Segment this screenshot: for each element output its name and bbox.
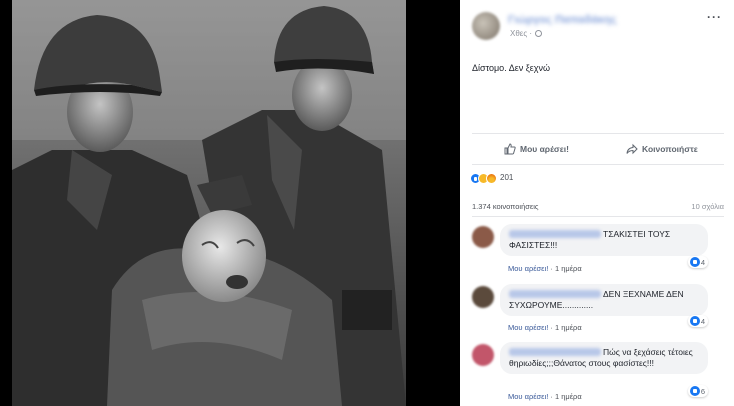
comment-bubble: ΔΕΝ ΞΕΧΝΑΜΕ ΔΕΝ ΣΥΧΩΡΟΥΜΕ............. (500, 284, 708, 316)
action-bar: Μου αρέσει! Κοινοποιήστε (472, 133, 724, 165)
comment-time[interactable]: · 1 ημέρα (550, 264, 581, 273)
comment-like-badge[interactable]: 4 (687, 256, 708, 268)
comment-like-count: 6 (700, 387, 705, 396)
photo-illustration (12, 0, 406, 406)
like-icon (689, 316, 700, 326)
angry-icon (486, 173, 497, 184)
share-icon (626, 143, 638, 155)
commenter-name[interactable] (509, 290, 601, 298)
post-timestamp[interactable]: Χθες · (510, 29, 543, 38)
comment-like-link[interactable]: Μου αρέσει! (508, 392, 548, 401)
comment-like-count: 4 (700, 317, 705, 326)
comment-bubble: ΤΣΑΚΙΣΤΕΙ ΤΟΥΣ ΦΑΣΙΣΤΕΣ!!! (500, 224, 708, 256)
divider (472, 216, 724, 217)
comment-meta: Μου αρέσει! · 1 ημέρα (508, 323, 582, 332)
comments-count[interactable]: 10 σχόλια (691, 202, 724, 211)
photo-pane (0, 0, 460, 406)
commenter-avatar[interactable] (472, 286, 494, 308)
share-label: Κοινοποιήστε (642, 144, 698, 154)
commenter-avatar[interactable] (472, 226, 494, 248)
comment-meta: Μου αρέσει! · 1 ημέρα (508, 264, 582, 273)
post-text: Δίστομο. Δεν ξεχνώ (472, 63, 551, 73)
comment-bubble: Πώς να ξεχάσεις τέτοιες θηριωδίες;;;Θάνα… (500, 342, 708, 374)
comment-like-link[interactable]: Μου αρέσει! (508, 264, 548, 273)
comment-like-badge[interactable]: 4 (687, 315, 708, 327)
like-button[interactable]: Μου αρέσει! (504, 143, 569, 155)
comment-like-badge[interactable]: 6 (687, 385, 708, 397)
share-button[interactable]: Κοινοποιήστε (626, 143, 698, 155)
post-photo[interactable] (12, 0, 406, 406)
comment-like-count: 4 (700, 258, 705, 267)
commenter-name[interactable] (509, 230, 601, 238)
comment-like-link[interactable]: Μου αρέσει! (508, 323, 548, 332)
author-avatar[interactable] (472, 12, 500, 40)
timestamp-text: Χθες · (510, 29, 533, 38)
commenter-name[interactable] (509, 348, 601, 356)
like-icon (689, 386, 700, 396)
commenter-avatar[interactable] (472, 344, 494, 366)
shares-count[interactable]: 1.374 κοινοποιήσεις (472, 202, 539, 211)
globe-icon (535, 30, 543, 37)
post-sidebar: Γιώργος Παπαδάκης Χθες · ··· Δίστομο. Δε… (460, 0, 734, 406)
comment-meta: Μου αρέσει! · 1 ημέρα (508, 392, 582, 401)
comment-time[interactable]: · 1 ημέρα (550, 392, 581, 401)
reaction-count: 201 (500, 173, 514, 182)
author-name[interactable]: Γιώργος Παπαδάκης (508, 14, 617, 26)
more-options-button[interactable]: ··· (707, 10, 722, 24)
comment-time[interactable]: · 1 ημέρα (550, 323, 581, 332)
photo-viewer: Γιώργος Παπαδάκης Χθες · ··· Δίστομο. Δε… (0, 0, 734, 406)
thumbs-up-icon (504, 143, 516, 155)
like-icon (689, 257, 700, 267)
like-label: Μου αρέσει! (520, 144, 569, 154)
post-header: Γιώργος Παπαδάκης Χθες · ··· (460, 0, 734, 50)
